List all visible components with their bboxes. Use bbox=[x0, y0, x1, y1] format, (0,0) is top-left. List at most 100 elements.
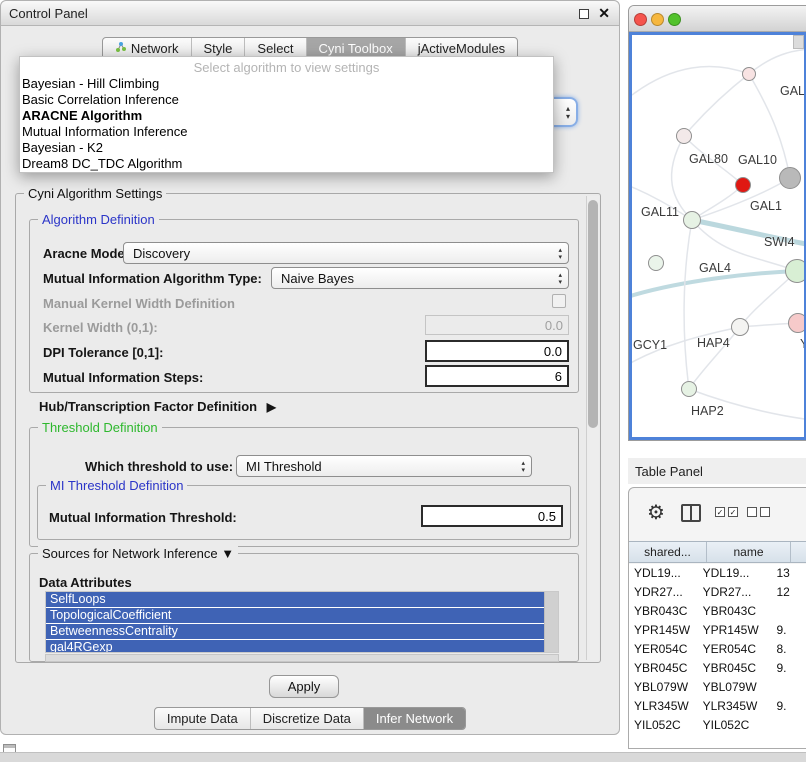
node-label: Y bbox=[800, 337, 806, 351]
close-traffic-light[interactable] bbox=[634, 13, 647, 26]
column-header-name[interactable]: name bbox=[707, 542, 791, 562]
algorithm-option[interactable]: Basic Correlation Inference bbox=[20, 92, 553, 108]
sources-title-text: Sources for Network Inference bbox=[42, 546, 218, 561]
checked-box-icon: ✓ bbox=[728, 507, 738, 517]
aracne-mode-combobox[interactable]: Discovery ▴▾ bbox=[123, 242, 569, 264]
tab-infer-network[interactable]: Infer Network bbox=[363, 708, 465, 729]
mi-type-combobox[interactable]: Naive Bayes ▴▾ bbox=[271, 267, 569, 289]
hub-section-toggle[interactable]: Hub/Transcription Factor Definition ▶ bbox=[39, 399, 276, 414]
table-cell: YLR345W bbox=[629, 697, 698, 716]
table-cell: YBL079W bbox=[698, 678, 772, 697]
data-attributes-list[interactable]: SelfLoopsTopologicalCoefficientBetweenne… bbox=[45, 591, 559, 653]
network-window-titlebar[interactable] bbox=[629, 6, 806, 32]
table-cell: YIL052C bbox=[698, 716, 772, 735]
algorithm-option[interactable]: Bayesian - Hill Climbing bbox=[20, 76, 553, 92]
algorithm-dropdown: Select algorithm to view settings Bayesi… bbox=[19, 56, 554, 173]
tab-label: Select bbox=[257, 41, 293, 56]
attribute-item[interactable]: SelfLoops bbox=[46, 592, 544, 607]
kernel-width-label: Kernel Width (0,1): bbox=[43, 320, 158, 335]
table-cell: 13 bbox=[771, 564, 806, 583]
network-node[interactable] bbox=[742, 67, 756, 81]
table-row[interactable]: YLR345WYLR345W9. bbox=[629, 697, 806, 716]
node-label: GAL4 bbox=[699, 261, 731, 275]
mi-threshold-group-title: MI Threshold Definition bbox=[46, 478, 187, 493]
table-row[interactable]: YER054CYER054C8. bbox=[629, 640, 806, 659]
mi-steps-field[interactable] bbox=[425, 365, 569, 387]
table-body: YDL19...YDL19...13YDR27...YDR27...12YBR0… bbox=[629, 564, 806, 748]
attributes-list-hscrollbar[interactable] bbox=[45, 654, 559, 662]
aracne-mode-label: Aracne Mode: bbox=[43, 246, 129, 261]
attributes-list-scrollbar[interactable] bbox=[544, 592, 558, 652]
which-threshold-value: MI Threshold bbox=[246, 459, 322, 474]
algorithm-option[interactable]: Bayesian - K2 bbox=[20, 140, 553, 156]
network-icon bbox=[115, 41, 127, 56]
network-node[interactable] bbox=[788, 313, 806, 333]
data-attributes-label: Data Attributes bbox=[39, 575, 132, 590]
mi-threshold-field[interactable] bbox=[421, 505, 563, 527]
control-panel-titlebar[interactable]: Control Panel ✕ bbox=[1, 1, 619, 26]
table-cell bbox=[771, 678, 806, 697]
table-panel-title: Table Panel bbox=[635, 464, 703, 479]
algorithm-option[interactable]: ARACNE Algorithm bbox=[20, 108, 553, 124]
settings-scrollbar[interactable] bbox=[586, 196, 599, 660]
table-row[interactable]: YDL19...YDL19...13 bbox=[629, 564, 806, 583]
network-node[interactable] bbox=[676, 128, 692, 144]
table-cell: YDL19... bbox=[698, 564, 772, 583]
algorithm-option[interactable]: Dream8 DC_TDC Algorithm bbox=[20, 156, 553, 172]
dpi-tolerance-field[interactable] bbox=[425, 340, 569, 362]
algorithm-option[interactable]: Mutual Information Inference bbox=[20, 124, 553, 140]
gear-icon[interactable]: ⚙ bbox=[647, 500, 665, 525]
select-all-columns-icon[interactable]: ✓ ✓ bbox=[715, 507, 738, 517]
tab-impute-data[interactable]: Impute Data bbox=[155, 708, 250, 729]
network-canvas[interactable]: GAL8GAL80GAL10GAL11GAL1SWI4GAL4GCY1HAP4Y… bbox=[629, 32, 806, 440]
cyni-mode-tabs: Impute Data Discretize DataInfer Network bbox=[1, 707, 619, 730]
node-label: GCY1 bbox=[633, 338, 667, 352]
zoom-traffic-light[interactable] bbox=[668, 13, 681, 26]
column-header-extra[interactable] bbox=[791, 542, 806, 562]
attribute-item[interactable]: BetweennessCentrality bbox=[46, 624, 544, 639]
table-row[interactable]: YDR27...YDR27...12 bbox=[629, 583, 806, 602]
table-row[interactable]: YIL052CYIL052C bbox=[629, 716, 806, 735]
settings-scrollbar-thumb[interactable] bbox=[588, 200, 598, 428]
table-cell: YBR043C bbox=[698, 602, 772, 621]
network-node[interactable] bbox=[735, 177, 751, 193]
network-node[interactable] bbox=[681, 381, 697, 397]
network-node[interactable] bbox=[648, 255, 664, 271]
attribute-item[interactable]: TopologicalCoefficient bbox=[46, 608, 544, 623]
deselect-all-columns-icon[interactable] bbox=[747, 507, 770, 517]
network-scrollbar[interactable] bbox=[793, 35, 804, 49]
columns-icon[interactable] bbox=[681, 504, 701, 522]
tab-discretize-data[interactable]: Discretize Data bbox=[250, 708, 363, 729]
table-cell bbox=[771, 716, 806, 735]
dpi-tolerance-label: DPI Tolerance [0,1]: bbox=[43, 345, 163, 360]
minimize-traffic-light[interactable] bbox=[651, 13, 664, 26]
table-row[interactable]: YBR043CYBR043C bbox=[629, 602, 806, 621]
which-threshold-combobox[interactable]: MI Threshold ▴▾ bbox=[236, 455, 532, 477]
threshold-definition-title: Threshold Definition bbox=[38, 420, 162, 435]
network-node[interactable] bbox=[785, 259, 806, 283]
attribute-item[interactable]: gal4RGexp bbox=[46, 640, 544, 653]
float-window-icon[interactable] bbox=[579, 9, 589, 19]
unchecked-box-icon bbox=[747, 507, 757, 517]
network-node[interactable] bbox=[683, 211, 701, 229]
kernel-width-field bbox=[425, 315, 569, 335]
apply-button[interactable]: Apply bbox=[269, 675, 339, 698]
network-node[interactable] bbox=[779, 167, 801, 189]
checked-box-icon: ✓ bbox=[715, 507, 725, 517]
column-header-shared[interactable]: shared... bbox=[629, 542, 707, 562]
table-row[interactable]: YBR045CYBR045C9. bbox=[629, 659, 806, 678]
collapse-arrow-icon[interactable]: ▼ bbox=[221, 546, 234, 561]
table-row[interactable]: YBL079WYBL079W bbox=[629, 678, 806, 697]
manual-kernel-checkbox[interactable] bbox=[552, 294, 566, 308]
expand-arrow-icon[interactable]: ▶ bbox=[267, 400, 276, 414]
manual-kernel-label: Manual Kernel Width Definition bbox=[43, 296, 235, 311]
network-node[interactable] bbox=[731, 318, 749, 336]
sources-title: Sources for Network Inference ▼ bbox=[38, 546, 238, 561]
table-cell: YBL079W bbox=[629, 678, 698, 697]
tab-label: Impute Data bbox=[167, 711, 238, 726]
combo-arrows-icon: ▴▾ bbox=[521, 460, 525, 474]
algorithm-select-combobox[interactable]: ▴▾ bbox=[552, 97, 578, 127]
table-row[interactable]: YPR145WYPR145W9. bbox=[629, 621, 806, 640]
table-cell: YPR145W bbox=[629, 621, 698, 640]
close-window-icon[interactable]: ✕ bbox=[598, 5, 610, 22]
